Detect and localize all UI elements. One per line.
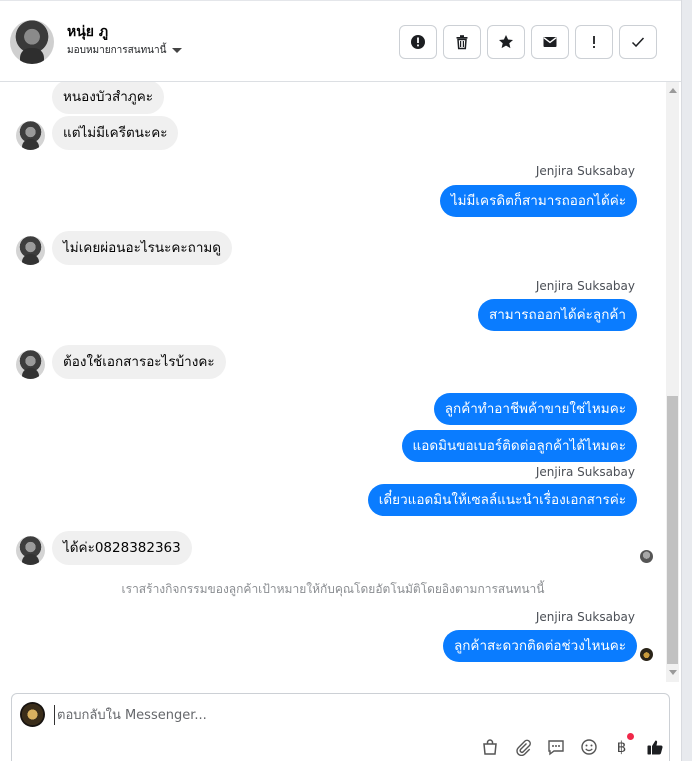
- mark-unread-button[interactable]: [531, 25, 569, 59]
- trash-icon: [456, 35, 468, 50]
- paperclip-icon: [515, 739, 531, 756]
- payment-button[interactable]: ฿: [612, 733, 634, 756]
- contact-avatar[interactable]: [10, 20, 54, 64]
- chat-bubble-icon: [547, 739, 564, 755]
- baht-icon: ฿: [616, 737, 627, 756]
- like-button[interactable]: [645, 737, 664, 756]
- shop-button[interactable]: [480, 737, 499, 756]
- attach-button[interactable]: [513, 737, 532, 756]
- alert-circle-icon: [411, 35, 425, 49]
- incoming-message[interactable]: หนองบัวสำภูคะ: [52, 82, 164, 114]
- contact-avatar-small: [16, 536, 45, 565]
- mark-spam-button[interactable]: [399, 25, 437, 59]
- outgoing-message[interactable]: สามารถออกได้ค่ะลูกค้า: [477, 299, 637, 331]
- page-avatar: [20, 702, 45, 727]
- assign-conversation-dropdown[interactable]: มอบหมายการสนทนานี้: [67, 43, 183, 58]
- saved-replies-button[interactable]: [546, 737, 565, 756]
- check-icon: [631, 37, 645, 48]
- contact-avatar-small: [16, 121, 45, 150]
- outgoing-message[interactable]: แอดมินขอเบอร์ติดต่อลูกค้าได้ไหมคะ: [401, 430, 637, 462]
- emoji-button[interactable]: [579, 737, 598, 756]
- shopping-bag-icon: [482, 738, 497, 755]
- sender-name: Jenjira Suksabay: [535, 164, 635, 178]
- thumbs-up-icon: [647, 740, 663, 755]
- star-button[interactable]: [487, 25, 525, 59]
- star-icon: [499, 35, 513, 49]
- header-actions: [399, 25, 657, 59]
- outgoing-message[interactable]: ลูกค้าสะดวกติดต่อช่วงไหนคะ: [442, 630, 637, 662]
- follow-up-button[interactable]: [575, 25, 613, 59]
- scrollbar-thumb[interactable]: [667, 396, 678, 664]
- assign-label: มอบหมายการสนทนานี้: [67, 45, 167, 56]
- sender-name: Jenjira Suksabay: [535, 610, 635, 624]
- incoming-message[interactable]: ต้องใช้เอกสารอะไรบ้างคะ: [52, 345, 226, 379]
- sender-name: Jenjira Suksabay: [535, 465, 635, 479]
- scroll-up-arrow[interactable]: [669, 88, 677, 93]
- incoming-message[interactable]: ได้ค่ะ0828382363: [52, 531, 192, 565]
- composer-tools: ฿: [480, 733, 664, 756]
- scroll-down-arrow[interactable]: [669, 670, 677, 675]
- caret-down-icon: [172, 48, 183, 53]
- exclamation-icon: [593, 36, 595, 48]
- seen-indicator: [640, 648, 653, 661]
- contact-avatar-small: [16, 236, 45, 265]
- seen-indicator: [640, 550, 653, 563]
- smiley-icon: [580, 738, 597, 755]
- incoming-message[interactable]: แต่ไม่มีเครีตนะคะ: [52, 116, 179, 150]
- outgoing-message[interactable]: เดี๋ยวแอดมินให้เซลล์แนะนำเรื่องเอกสารค่ะ: [367, 484, 637, 516]
- notification-dot: [627, 733, 634, 740]
- contact-avatar-small: [16, 350, 45, 379]
- mark-done-button[interactable]: [619, 25, 657, 59]
- page-edge: [681, 0, 692, 761]
- outgoing-message[interactable]: ไม่มีเครดิตก็สามารถออกได้ค่ะ: [439, 185, 637, 217]
- sender-name: Jenjira Suksabay: [535, 279, 635, 293]
- reply-composer: ฿: [11, 693, 670, 761]
- delete-button[interactable]: [443, 25, 481, 59]
- conversation-header: หนุ่ย ภู มอบหมายการสนทนานี้: [0, 0, 681, 82]
- contact-name[interactable]: หนุ่ย ภู: [67, 21, 108, 43]
- reply-input[interactable]: [54, 705, 614, 725]
- message-thread[interactable]: หนองบัวสำภูคะ แต่ไม่มีเครีตนะคะ Jenjira …: [0, 82, 681, 687]
- envelope-icon: [543, 37, 557, 47]
- outgoing-message[interactable]: ลูกค้าทำอาชีพค้าขายใช่ไหมคะ: [433, 393, 637, 425]
- incoming-message[interactable]: ไม่เคยผ่อนอะไรนะคะถามดู: [52, 231, 233, 265]
- system-note: เราสร้างกิจกรรมของลูกค้าเป้าหมายให้กับคุ…: [121, 582, 545, 596]
